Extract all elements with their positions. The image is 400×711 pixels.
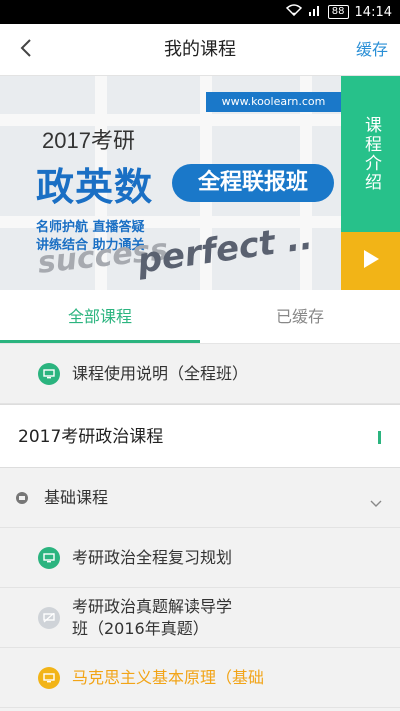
chevron-down-icon[interactable] xyxy=(370,493,382,512)
banner-year: 2017考研 xyxy=(42,128,135,153)
lesson-row[interactable]: 考研政治真题解读导学 班（2016年真题） xyxy=(0,588,400,648)
section-indicator xyxy=(378,431,381,444)
battery-icon: 88 xyxy=(327,5,349,19)
course-intro-button[interactable]: 课程介绍 xyxy=(341,76,400,232)
signal-icon xyxy=(308,4,322,20)
lesson-row[interactable]: 考研政治全程复习规划 xyxy=(0,528,400,588)
lesson-label: 马克思主义基本原理（基础 xyxy=(72,668,265,687)
page-title: 我的课程 xyxy=(164,39,236,60)
banner-pill: 全程联报班 xyxy=(172,164,334,202)
wifi-icon xyxy=(285,4,302,20)
app-screen: 88 14:14 我的课程 缓存 www.koolearn.com 2017考研… xyxy=(0,0,400,711)
tab-cached[interactable]: 已缓存 xyxy=(200,290,400,344)
tab-active-indicator xyxy=(0,340,200,343)
lesson-label: 考研政治全程复习规划 xyxy=(72,548,233,567)
nav-bar: 我的课程 缓存 xyxy=(0,24,400,76)
banner-headline: 政英数 xyxy=(36,165,154,209)
cache-button[interactable]: 缓存 xyxy=(356,24,388,76)
tab-all-courses[interactable]: 全部课程 xyxy=(0,290,200,344)
monitor-off-icon xyxy=(38,607,60,629)
clock-time: 14:14 xyxy=(354,4,392,20)
dot-icon xyxy=(16,492,28,504)
course-tabs: 全部课程 已缓存 xyxy=(0,290,400,344)
group-row-basic[interactable]: 基础课程 xyxy=(0,468,400,528)
lesson-label-line1: 考研政治真题解读导学 xyxy=(72,597,233,616)
back-button[interactable] xyxy=(10,34,42,66)
course-guide-label: 课程使用说明（全程班） xyxy=(72,364,249,383)
monitor-icon xyxy=(38,547,60,569)
lesson-label-line2: 班（2016年真题） xyxy=(72,619,209,638)
course-section-header[interactable]: 2017考研政治课程 xyxy=(0,404,400,468)
banner-url: www.koolearn.com xyxy=(206,92,341,112)
lesson-row-current[interactable]: 马克思主义基本原理（基础 xyxy=(0,648,400,708)
monitor-icon xyxy=(38,363,60,385)
play-button[interactable] xyxy=(341,232,400,290)
play-icon xyxy=(362,249,380,273)
banner-subline: 名师护航 直播答疑 xyxy=(36,220,145,235)
status-bar: 88 14:14 xyxy=(0,0,400,24)
course-guide-row[interactable]: 课程使用说明（全程班） xyxy=(0,345,400,404)
chevron-left-icon xyxy=(20,38,32,62)
monitor-icon xyxy=(38,667,60,689)
group-label: 基础课程 xyxy=(44,488,109,507)
course-section-title: 2017考研政治课程 xyxy=(18,427,164,447)
